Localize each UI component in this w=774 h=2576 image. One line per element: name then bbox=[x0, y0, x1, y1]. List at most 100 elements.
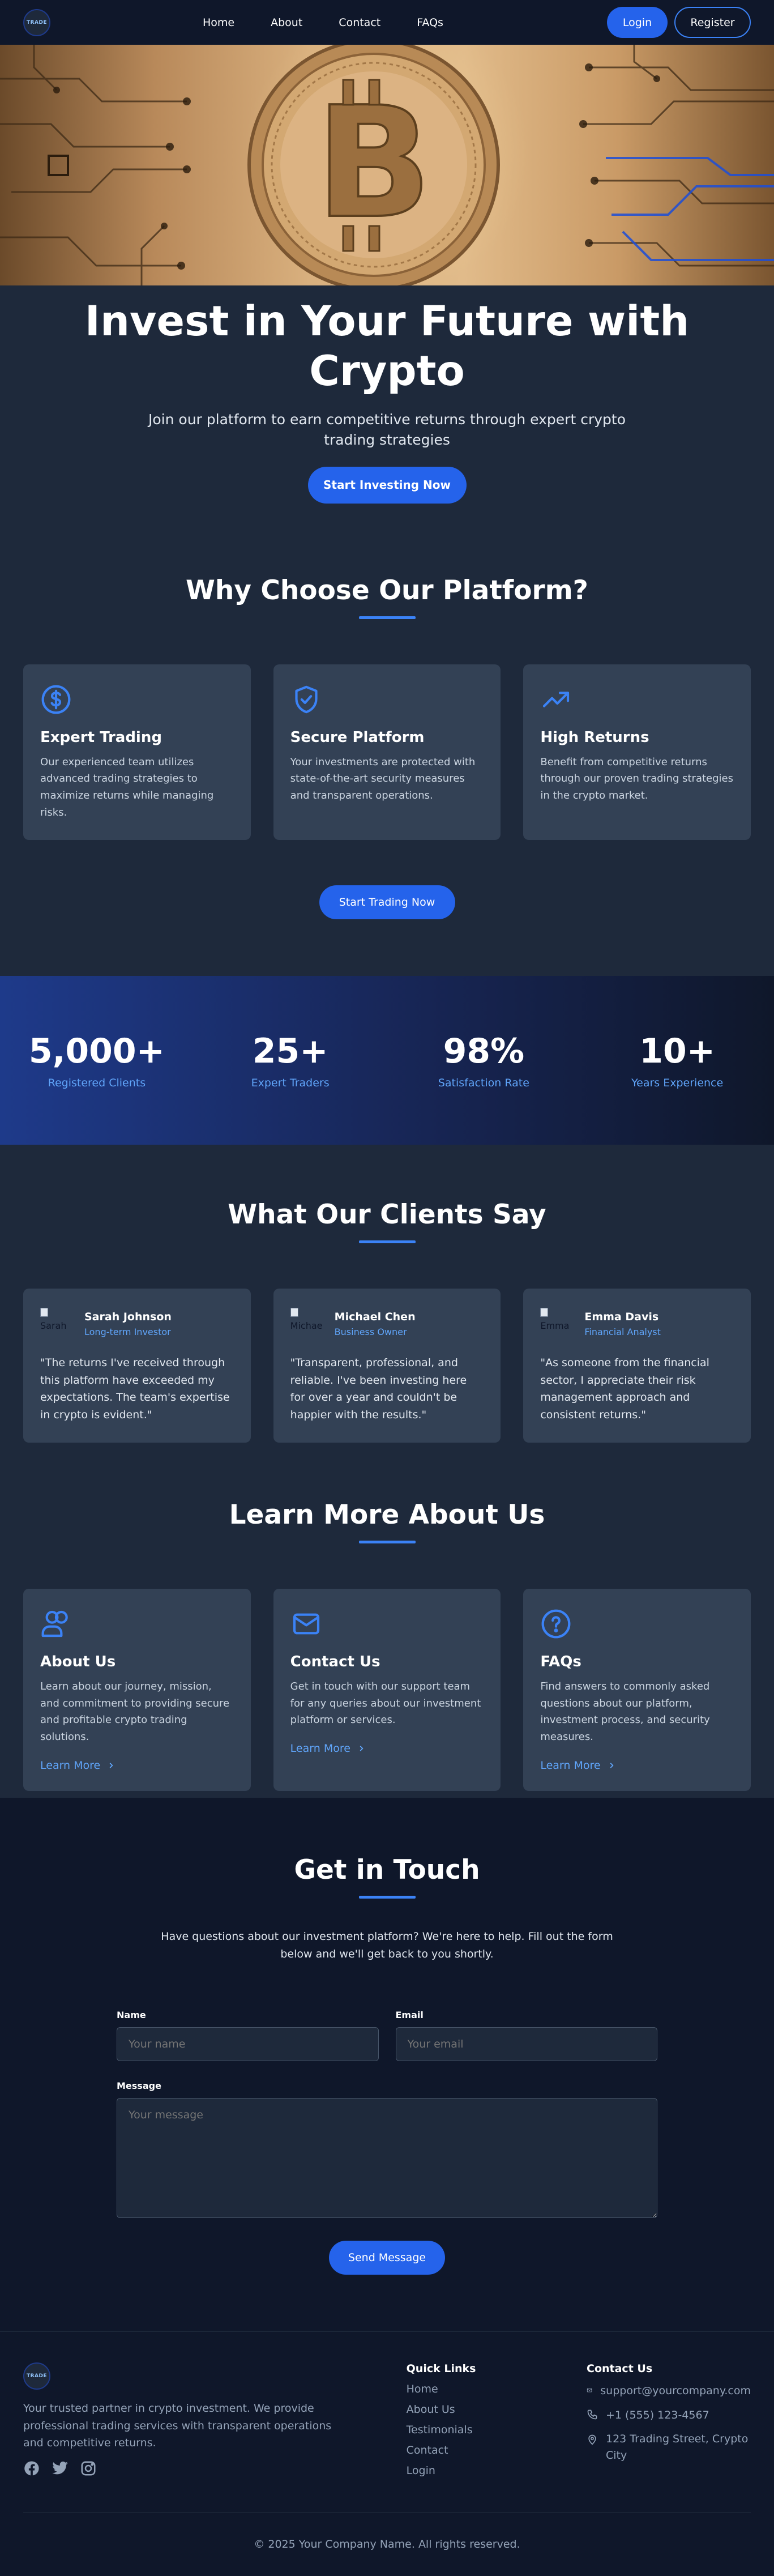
logo-text: TRADE bbox=[26, 2373, 48, 2379]
testimonial-header: Michae Michael Chen Business Owner bbox=[290, 1306, 484, 1342]
section-title: Why Choose Our Platform? bbox=[186, 574, 588, 606]
info-card: About Us Learn about our journey, missio… bbox=[23, 1589, 251, 1791]
form-row: Name Email bbox=[117, 2010, 657, 2062]
footer-link-home[interactable]: Home bbox=[407, 2383, 587, 2395]
broken-image-icon bbox=[540, 1308, 549, 1317]
stat-label: Expert Traders bbox=[251, 1077, 330, 1090]
facebook-icon[interactable] bbox=[23, 2460, 40, 2477]
stat-value: 25+ bbox=[252, 1031, 328, 1072]
info-title: About Us bbox=[40, 1653, 116, 1670]
stat-label: Years Experience bbox=[631, 1077, 724, 1090]
learn-more-label: Learn More bbox=[540, 1759, 601, 1772]
testimonial-card: Emma Emma Davis Financial Analyst "As so… bbox=[523, 1289, 751, 1443]
title-underline bbox=[358, 1541, 416, 1543]
contact-address: 123 Trading Street, Crypto City bbox=[587, 2431, 751, 2463]
nav-link-contact[interactable]: Contact bbox=[339, 16, 380, 29]
instagram-icon[interactable] bbox=[80, 2460, 97, 2477]
register-button[interactable]: Register bbox=[674, 7, 751, 38]
stat-item: 25+ Expert Traders bbox=[194, 1031, 387, 1089]
footer-link-about[interactable]: About Us bbox=[407, 2403, 587, 2416]
shield-check-icon bbox=[295, 685, 318, 713]
learn-more-label: Learn More bbox=[290, 1742, 350, 1755]
contact-email-text: support@yourcompany.com bbox=[600, 2385, 751, 2398]
message-textarea[interactable] bbox=[117, 2098, 657, 2219]
learn-more-link[interactable]: Learn More bbox=[540, 1759, 734, 1772]
section-title: Get in Touch bbox=[294, 1854, 480, 1886]
circuit-bitcoin-illustration: B bbox=[0, 45, 774, 285]
learn-more-section: Learn More About Us About Us Learn about… bbox=[0, 1443, 774, 1798]
info-card: Contact Us Get in touch with our support… bbox=[273, 1589, 501, 1791]
client-name: Sarah Johnson bbox=[84, 1310, 172, 1323]
message-label: Message bbox=[117, 2080, 161, 2092]
contact-section: Get in Touch Have questions about our in… bbox=[0, 1797, 774, 2332]
twitter-icon[interactable] bbox=[52, 2460, 69, 2477]
client-name: Michael Chen bbox=[334, 1310, 416, 1323]
name-field-group: Name bbox=[117, 2010, 379, 2062]
learn-more-link[interactable]: Learn More bbox=[290, 1742, 484, 1755]
info-title: Contact Us bbox=[290, 1653, 380, 1670]
footer: TRADE Your trusted partner in crypto inv… bbox=[0, 2331, 774, 2576]
stats-banner: 5,000+ Registered Clients 25+ Expert Tra… bbox=[0, 976, 774, 1145]
hero-subtitle: Join our platform to earn competitive re… bbox=[148, 411, 626, 449]
contact-email[interactable]: support@yourcompany.com bbox=[587, 2383, 751, 2399]
learn-more-grid: About Us Learn about our journey, missio… bbox=[23, 1589, 751, 1791]
stat-value: 10+ bbox=[639, 1031, 716, 1072]
trending-up-icon bbox=[543, 691, 570, 707]
contact-column: Contact Us support@yourcompany.com +1 (5… bbox=[587, 2362, 751, 2477]
nav-links: Home About Contact FAQs bbox=[203, 0, 480, 45]
start-investing-button[interactable]: Start Investing Now bbox=[307, 466, 467, 504]
stat-label: Registered Clients bbox=[48, 1077, 146, 1090]
info-text: Get in touch with our support team for a… bbox=[290, 1681, 481, 1726]
feature-text: Your investments are protected with stat… bbox=[290, 756, 476, 802]
nav-link-faqs[interactable]: FAQs bbox=[417, 16, 443, 29]
title-underline bbox=[358, 616, 416, 619]
social-links bbox=[23, 2460, 348, 2477]
nav-link-home[interactable]: Home bbox=[203, 16, 234, 29]
testimonial-quote: "As someone from the financial sector, I… bbox=[540, 1357, 709, 1421]
hero-title: Invest in Your Future with Crypto bbox=[84, 297, 690, 395]
name-label: Name bbox=[117, 2010, 146, 2021]
title-underline bbox=[358, 1240, 416, 1244]
top-navbar: TRADE Home About Contact FAQs Login Regi… bbox=[0, 0, 774, 45]
quick-links-title: Quick Links bbox=[406, 2362, 476, 2375]
feature-card: Secure Platform Your investments are pro… bbox=[273, 664, 501, 841]
chevron-right-icon bbox=[610, 1763, 614, 1768]
testimonials-section: What Our Clients Say Sarah Sarah Johnson… bbox=[0, 1145, 774, 1443]
name-input[interactable] bbox=[117, 2027, 379, 2062]
footer-columns: TRADE Your trusted partner in crypto inv… bbox=[23, 2362, 751, 2477]
info-card: FAQs Find answers to commonly asked ques… bbox=[523, 1589, 751, 1791]
footer-logo[interactable]: TRADE bbox=[23, 2362, 50, 2390]
testimonial-quote: "The returns I've received through this … bbox=[40, 1357, 230, 1421]
footer-link-contact[interactable]: Contact bbox=[407, 2444, 587, 2456]
footer-link-testimonials[interactable]: Testimonials bbox=[407, 2424, 587, 2436]
contact-phone[interactable]: +1 (555) 123-4567 bbox=[587, 2407, 751, 2424]
start-trading-button[interactable]: Start Trading Now bbox=[319, 885, 455, 920]
stat-value: 5,000+ bbox=[28, 1031, 165, 1072]
contact-phone-text: +1 (555) 123-4567 bbox=[606, 2408, 709, 2421]
title-underline bbox=[358, 1895, 416, 1899]
feature-card: Expert Trading Our experienced team util… bbox=[23, 664, 251, 841]
map-pin-icon bbox=[588, 2435, 596, 2445]
stat-value: 98% bbox=[443, 1031, 525, 1072]
copyright: © 2025 Your Company Name. All rights res… bbox=[23, 2512, 751, 2576]
logo[interactable]: TRADE bbox=[23, 8, 50, 36]
testimonial-header: Sarah Sarah Johnson Long-term Investor bbox=[40, 1306, 234, 1342]
contact-title: Contact Us bbox=[587, 2362, 653, 2375]
nav-link-about[interactable]: About bbox=[271, 16, 302, 29]
feature-text: Benefit from competitive returns through… bbox=[540, 756, 733, 802]
email-input[interactable] bbox=[395, 2027, 657, 2062]
avatar: Emma bbox=[540, 1306, 576, 1342]
feature-text: Our experienced team utilizes advanced t… bbox=[40, 756, 214, 818]
login-button[interactable]: Login bbox=[607, 7, 668, 38]
broken-image-icon bbox=[290, 1308, 298, 1317]
testimonial-card: Sarah Sarah Johnson Long-term Investor "… bbox=[23, 1289, 251, 1443]
phone-icon bbox=[587, 2409, 597, 2420]
send-message-button[interactable]: Send Message bbox=[329, 2241, 445, 2275]
footer-link-login[interactable]: Login bbox=[407, 2464, 587, 2477]
question-circle-icon bbox=[541, 1609, 571, 1639]
testimonial-card: Michae Michael Chen Business Owner "Tran… bbox=[273, 1289, 501, 1443]
chevron-right-icon bbox=[109, 1763, 113, 1768]
learn-more-link[interactable]: Learn More bbox=[40, 1759, 234, 1772]
contact-address-text: 123 Trading Street, Crypto City bbox=[606, 2433, 749, 2462]
mail-icon bbox=[293, 1613, 319, 1635]
